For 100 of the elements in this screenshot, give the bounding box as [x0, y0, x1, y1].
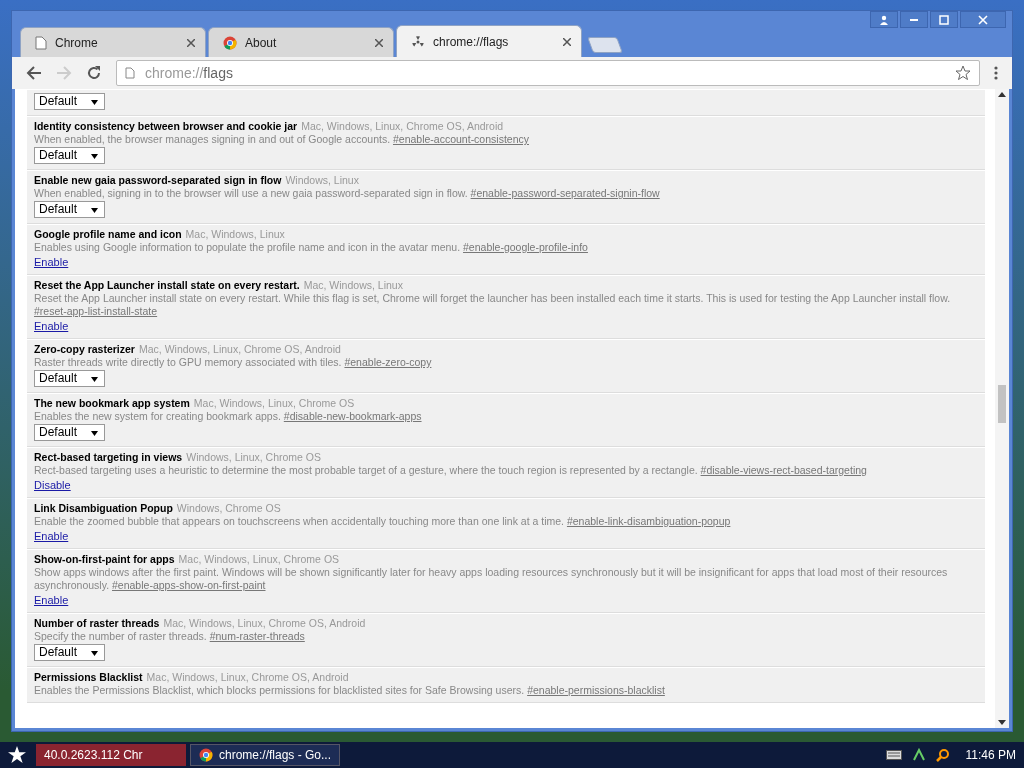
dropdown[interactable]: Default [34, 93, 106, 110]
tab-title: About [245, 35, 278, 50]
caret-icon [91, 431, 99, 436]
flag-title: The new bookmark app system [34, 397, 190, 409]
platforms-text: Mac, Windows, Linux, Chrome OS, Android [138, 343, 341, 355]
flag-title: Identity consistency between browser and cookie jar [34, 120, 298, 132]
flag-anchor-link[interactable]: #enable-permissions-blacklist [527, 684, 665, 696]
caret-icon [91, 377, 99, 382]
platforms-text: Windows, Chrome OS [176, 502, 281, 514]
flag-anchor-link[interactable]: #disable-new-bookmark-apps [283, 410, 422, 422]
browser-tab[interactable]: chrome://flags [396, 25, 582, 57]
dropdown[interactable]: Default [34, 644, 106, 661]
caret-icon [91, 651, 99, 656]
address-bar[interactable]: chrome://flags [116, 60, 980, 86]
dropdown[interactable]: Default [34, 424, 106, 441]
browser-tab[interactable]: Chrome [20, 27, 206, 57]
action-link[interactable]: Enable [34, 256, 69, 269]
star-icon[interactable] [955, 65, 971, 81]
flag-description: Reset the App Launcher install state on every restart. While this flag is set, Chrome will forget the launcher has been installed each time it starts. This is used for testing the App Launcher install flow. #reset-app-list-install-state [34, 292, 952, 318]
page-icon [35, 35, 47, 50]
flag-description: When enabled, signing in to the browser will use a new gaia password-separated sign in flow. #enable-password-separated-signin-flow [34, 187, 661, 200]
flag-title: Number of raster threads [34, 617, 160, 629]
dropdown[interactable]: Default [34, 370, 106, 387]
chrome-logo-icon [199, 748, 213, 762]
close-icon[interactable] [187, 38, 195, 47]
flag-anchor-link[interactable]: #enable-google-profile-info [463, 241, 588, 253]
action-link[interactable]: Disable [34, 479, 71, 492]
flag-description: Enables using Google information to populate the profile name and icon in the avatar menu. #enable-google-profile-info [34, 241, 589, 254]
flag-anchor-link[interactable]: #enable-link-disambiguation-popup [566, 515, 731, 527]
platforms-text: Mac, Windows, Linux [303, 279, 403, 291]
scrollbar[interactable] [995, 89, 1009, 728]
close-icon [978, 14, 988, 25]
url-path: flags [203, 65, 233, 81]
caret-icon [91, 154, 99, 159]
flag-description: When enabled, the browser manages signing in and out of Google accounts. #enable-account-consistency [34, 133, 530, 146]
radiation-icon [411, 34, 425, 49]
close-icon[interactable] [563, 37, 571, 46]
flag-anchor-link[interactable]: #num-raster-threads [209, 630, 305, 642]
flag-anchor-link[interactable]: #disable-views-rect-based-targeting [700, 464, 867, 476]
platforms-text: Mac, Windows, Linux, Chrome OS [193, 397, 355, 409]
platforms-text: Windows, Linux [285, 174, 359, 186]
taskbar-button[interactable]: chrome://flags - Go... [190, 744, 340, 766]
taskbar-button[interactable]: 40.0.2623.112 Chr [36, 744, 186, 766]
maximize-icon [939, 14, 949, 25]
platforms-text: Windows, Linux, Chrome OS [186, 451, 322, 463]
flag-anchor-link[interactable]: #enable-account-consistency [393, 133, 529, 145]
flag-description: Specify the number of raster threads. #num-raster-threads [34, 630, 306, 643]
dropdown[interactable]: Default [34, 147, 106, 164]
url-scheme: chrome:// [145, 65, 204, 81]
platforms-text: Mac, Windows, Linux, Chrome OS, Android [146, 671, 349, 683]
flag-title: Show-on-first-paint for apps [34, 553, 175, 565]
scroll-down-icon[interactable] [998, 720, 1006, 725]
new-tab-button[interactable] [587, 37, 623, 53]
chrome-logo-icon [223, 35, 237, 50]
flag-description: Enables the new system for creating bookmark apps. #disable-new-bookmark-apps [34, 410, 423, 423]
tab-title: Chrome [55, 35, 99, 50]
back-icon[interactable] [26, 66, 42, 80]
platforms-text: Mac, Windows, Linux, Chrome OS, Android [163, 617, 366, 629]
flag-description: Raster threads write directly to GPU memory associated with tiles. #enable-zero-copy [34, 356, 433, 369]
flag-description: Show apps windows after the first paint. Windows will be shown significantly later for heavy apps loading resources synchronously but it will be insignificant for apps that load most of their resources asynchronously. #enable-apps-show-on-first-paint [34, 566, 949, 592]
platforms-text: Mac, Windows, Linux, Chrome OS, Android [301, 120, 504, 132]
maximize-button[interactable] [930, 11, 958, 28]
caret-icon [91, 208, 99, 213]
dropdown[interactable]: Default [34, 201, 106, 218]
flag-description: Rect-based targeting uses a heuristic to determine the most probable target of a gesture, where the touch region is represented by a rectangle. #disable-views-rect-based-targeting [34, 464, 868, 477]
browser-tab[interactable]: About [208, 27, 394, 57]
flag-anchor-link[interactable]: #enable-password-separated-signin-flow [470, 187, 660, 199]
flag-title: Enable new gaia password-separated sign in flow [34, 174, 282, 186]
scrollbar-thumb[interactable] [998, 385, 1006, 423]
close-button[interactable] [960, 11, 1006, 28]
page-icon [125, 67, 135, 79]
flag-anchor-link[interactable]: #enable-apps-show-on-first-paint [112, 579, 266, 591]
action-link[interactable]: Enable [34, 594, 69, 607]
platforms-text: Mac, Windows, Linux, Chrome OS [178, 553, 340, 565]
flag-description: Enables the Permissions Blacklist, which blocks permissions for blacklisted sites for Safe Browsing users. #enable-permissions-blacklist [34, 684, 666, 697]
scroll-up-icon[interactable] [998, 92, 1006, 97]
flag-title: Link Disambiguation Popup [34, 502, 173, 514]
action-link[interactable]: Enable [34, 530, 69, 543]
action-link[interactable]: Enable [34, 320, 69, 333]
minimize-icon [910, 18, 918, 21]
network-icon[interactable] [911, 748, 926, 762]
search-icon[interactable] [935, 748, 950, 762]
flag-title: Rect-based targeting in views [34, 451, 183, 463]
flag-title: Permissions Blacklist [34, 671, 143, 683]
reload-icon[interactable] [86, 65, 102, 81]
star-icon[interactable] [8, 746, 26, 764]
close-icon[interactable] [375, 38, 383, 47]
flag-anchor-link[interactable]: #reset-app-list-install-state [34, 305, 158, 317]
flag-title: Reset the App Launcher install state on every restart. [34, 279, 300, 291]
menu-icon[interactable] [994, 65, 998, 81]
person-icon [879, 14, 889, 25]
caret-icon [91, 100, 99, 105]
tab-title: chrome://flags [433, 34, 510, 49]
flag-title: Google profile name and icon [34, 228, 182, 240]
flag-title: Zero-copy rasterizer [34, 343, 135, 355]
platforms-text: Mac, Windows, Linux [185, 228, 285, 240]
profile-button[interactable] [870, 11, 898, 28]
flag-anchor-link[interactable]: #enable-zero-copy [344, 356, 432, 368]
minimize-button[interactable] [900, 11, 928, 28]
keyboard-icon[interactable] [885, 750, 902, 760]
